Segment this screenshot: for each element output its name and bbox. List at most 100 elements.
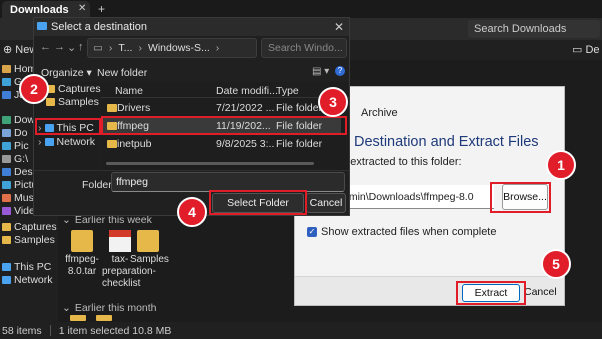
tree-item-captures[interactable]: Captures [46, 83, 101, 95]
group-label: Earlier this month [74, 302, 157, 314]
details-button[interactable]: ▭ De [572, 43, 600, 56]
table-row[interactable]: inetpub 9/8/2025 3:... File folder [101, 136, 341, 152]
details-icon: ▭ [572, 44, 586, 56]
nav-label: Network [14, 273, 53, 286]
horizontal-scrollbar[interactable] [106, 162, 314, 165]
nav-item-drive-g[interactable]: G:\ [2, 152, 28, 165]
video-icon [2, 206, 11, 215]
step-badge-3: 3 [318, 87, 348, 117]
nav-item-documents[interactable]: Do [2, 126, 27, 139]
tree-label: Network [56, 136, 96, 148]
breadcrumb-item[interactable]: T... [118, 42, 132, 54]
nav-label: Samples [14, 233, 55, 246]
tree-label: Captures [58, 83, 101, 95]
help-icon[interactable]: ? [335, 66, 345, 76]
gallery-icon [2, 77, 11, 86]
explorer-tab[interactable]: Downloads [2, 1, 90, 18]
cancel-button[interactable]: Cancel [306, 193, 346, 213]
folder-zip-icon [71, 230, 93, 252]
music-icon [2, 193, 11, 202]
nav-label: Dow [14, 113, 36, 126]
nav-label: G:\ [14, 152, 29, 165]
destination-path-input[interactable]: Admin\Downloads\ffmpeg-8.0 [334, 185, 494, 209]
nav-label: Captures [14, 220, 57, 233]
nav-label: This PC [14, 260, 52, 273]
explorer-search-input[interactable]: Search Downloads [468, 20, 600, 38]
row-name: Drivers [117, 102, 151, 114]
chevron-right-icon: › [138, 42, 142, 54]
tree-item-samples[interactable]: Samples [46, 96, 99, 108]
item-count: 58 items [2, 325, 42, 337]
file-item[interactable]: Samples [130, 230, 169, 266]
nav-item-music[interactable]: Musi [2, 191, 36, 204]
highlight-select-folder [209, 190, 307, 215]
folder-icon [2, 235, 11, 244]
step-badge-5: 5 [541, 249, 571, 279]
row-type: File folder [276, 138, 323, 150]
archive-label: Archive [361, 107, 398, 119]
folder-icon [37, 22, 47, 30]
step-badge-4: 4 [177, 197, 207, 227]
new-folder-button[interactable]: New folder [97, 67, 147, 79]
column-header-name[interactable]: Name [115, 85, 143, 97]
home-icon [2, 64, 11, 73]
up-arrow-icon[interactable]: ↑ [78, 41, 84, 53]
step-badge-2: 2 [19, 74, 49, 104]
extract-heading: Destination and Extract Files [354, 134, 539, 150]
table-row[interactable]: Drivers 7/21/2022 ... File folder [101, 100, 341, 116]
nav-item-network[interactable]: Network [2, 273, 53, 286]
folder-icon [107, 104, 117, 112]
nav-item-pictures[interactable]: Pic [2, 139, 29, 152]
drive-icon: ▭ [93, 42, 103, 54]
breadcrumb[interactable]: ▭ › T... › Windows-S... › [87, 38, 257, 58]
file-name: ffmpeg-8.0.tar [65, 254, 99, 277]
show-files-checkbox[interactable]: ✓ [307, 227, 317, 237]
folder-icon [46, 98, 55, 106]
nav-item-home[interactable]: Hom [2, 62, 36, 75]
new-tab-icon[interactable]: + [98, 2, 105, 16]
back-arrow-icon[interactable]: ← [40, 41, 51, 53]
group-header-month[interactable]: ⌄ Earlier this month [62, 302, 157, 314]
nav-item-this-pc[interactable]: This PC [2, 260, 51, 273]
pictures-icon [2, 141, 11, 150]
show-files-label: Show extracted files when complete [321, 226, 497, 238]
nav-label: Do [14, 126, 28, 139]
nav-item-videos[interactable]: Vide [2, 204, 35, 217]
tab-close-icon[interactable]: ✕ [78, 3, 86, 14]
column-header-date[interactable]: Date modifi... [216, 85, 278, 97]
pictures-icon [2, 180, 11, 189]
folder-label: Folder: [82, 179, 115, 191]
desktop-icon [2, 167, 11, 176]
folder-icon [137, 230, 159, 252]
explorer-titlebar [0, 0, 602, 18]
column-header-type[interactable]: Type [276, 85, 299, 97]
network-icon [44, 138, 54, 146]
close-icon[interactable]: ✕ [334, 20, 344, 34]
chevron-right-icon: › [215, 42, 220, 54]
cloud-icon [2, 90, 11, 99]
tree-item-network[interactable]: › Network [38, 136, 95, 148]
chevron-down-icon[interactable]: ⌄ [67, 41, 76, 54]
download-icon [2, 115, 11, 124]
view-options-icon[interactable]: ▤ ▾ [312, 66, 329, 77]
nav-item-samples[interactable]: Samples [2, 233, 55, 246]
nav-item-downloads[interactable]: Dow [2, 113, 35, 126]
divider [49, 325, 51, 336]
forward-arrow-icon[interactable]: → [54, 41, 65, 53]
file-item[interactable]: ffmpeg-8.0.tar [64, 230, 100, 278]
dialog-search-input[interactable]: Search Windo... [261, 38, 347, 58]
document-icon [2, 128, 11, 137]
computer-icon [2, 262, 11, 271]
row-date: 7/21/2022 ... [216, 102, 274, 114]
dialog-title: Select a destination [51, 21, 148, 33]
breadcrumb-item[interactable]: Windows-S... [148, 42, 210, 54]
cancel-button[interactable]: Cancel [524, 286, 557, 298]
extract-subtext: be extracted to this folder: [335, 156, 462, 168]
row-date: 9/8/2025 3:... [216, 138, 274, 150]
pdf-icon [109, 230, 131, 252]
organize-button[interactable]: Organize ▾ [41, 67, 92, 79]
highlight-ffmpeg-row [101, 116, 347, 135]
nav-item-captures[interactable]: Captures [2, 220, 57, 233]
folder-input[interactable]: ffmpeg [111, 172, 345, 192]
plus-icon: ⊕ [3, 44, 16, 56]
